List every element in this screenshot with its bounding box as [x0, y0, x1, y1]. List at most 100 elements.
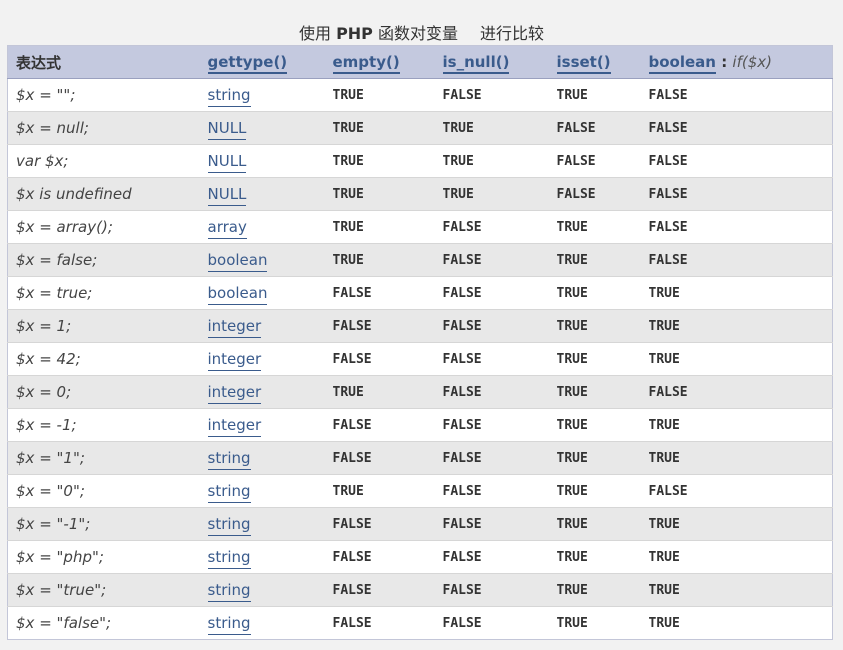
type-cell: string: [199, 606, 325, 640]
table-row: $x = null; NULL TRUE TRUE FALSE FALSE: [7, 111, 833, 145]
expression-cell: $x = "1";: [7, 441, 200, 475]
isset-link[interactable]: isset(): [556, 53, 611, 74]
isset-value: TRUE: [548, 540, 641, 574]
type-link[interactable]: array: [207, 218, 247, 239]
isset-value: TRUE: [548, 243, 641, 277]
table-row: $x is undefined NULL TRUE TRUE FALSE FALSE: [7, 177, 833, 211]
boolean-link[interactable]: boolean: [648, 53, 716, 74]
empty-value: TRUE: [324, 144, 435, 178]
empty-value: TRUE: [324, 111, 435, 145]
empty-value: FALSE: [324, 507, 435, 541]
type-link[interactable]: integer: [207, 317, 262, 338]
isset-value: TRUE: [548, 342, 641, 376]
empty-value: TRUE: [324, 78, 435, 112]
expression-cell: $x = "0";: [7, 474, 200, 508]
header-expression: 表达式: [7, 45, 200, 79]
table-row: $x = 42; integer FALSE FALSE TRUE TRUE: [7, 342, 833, 376]
type-link[interactable]: integer: [207, 383, 262, 404]
empty-value: FALSE: [324, 573, 435, 607]
boolean-value: TRUE: [640, 573, 833, 607]
type-link[interactable]: string: [207, 86, 251, 107]
type-link[interactable]: integer: [207, 350, 262, 371]
boolean-value: TRUE: [640, 309, 833, 343]
type-link[interactable]: boolean: [207, 251, 268, 272]
type-link[interactable]: string: [207, 515, 251, 536]
isset-value: TRUE: [548, 507, 641, 541]
table-row: $x = ""; string TRUE FALSE TRUE FALSE: [7, 78, 833, 112]
type-link[interactable]: string: [207, 581, 251, 602]
empty-value: FALSE: [324, 309, 435, 343]
type-link[interactable]: string: [207, 614, 251, 635]
type-link[interactable]: string: [207, 449, 251, 470]
type-cell: integer: [199, 375, 325, 409]
header-empty: empty(): [324, 45, 435, 79]
is-null-value: FALSE: [434, 606, 549, 640]
header-isset: isset(): [548, 45, 641, 79]
isset-value: TRUE: [548, 441, 641, 475]
expression-cell: $x = "-1";: [7, 507, 200, 541]
empty-value: FALSE: [324, 276, 435, 310]
type-cell: string: [199, 474, 325, 508]
boolean-value: FALSE: [640, 474, 833, 508]
type-link[interactable]: NULL: [207, 185, 247, 206]
isset-value: TRUE: [548, 309, 641, 343]
table-row: $x = false; boolean TRUE FALSE TRUE FALSE: [7, 243, 833, 277]
is-null-value: FALSE: [434, 408, 549, 442]
type-cell: NULL: [199, 144, 325, 178]
type-link[interactable]: NULL: [207, 119, 247, 140]
empty-value: TRUE: [324, 375, 435, 409]
isset-value: FALSE: [548, 144, 641, 178]
is-null-value: FALSE: [434, 573, 549, 607]
type-cell: integer: [199, 342, 325, 376]
empty-link[interactable]: empty(): [332, 53, 400, 74]
boolean-value: FALSE: [640, 210, 833, 244]
table-row: $x = "0"; string TRUE FALSE TRUE FALSE: [7, 474, 833, 508]
table-row: $x = "php"; string FALSE FALSE TRUE TRUE: [7, 540, 833, 574]
is-null-value: FALSE: [434, 309, 549, 343]
boolean-value: TRUE: [640, 408, 833, 442]
isset-value: TRUE: [548, 78, 641, 112]
is-null-value: TRUE: [434, 144, 549, 178]
boolean-value: FALSE: [640, 243, 833, 277]
table-row: $x = array(); array TRUE FALSE TRUE FALSE: [7, 210, 833, 244]
expression-cell: $x = "true";: [7, 573, 200, 607]
table-row: $x = -1; integer FALSE FALSE TRUE TRUE: [7, 408, 833, 442]
table-row: $x = 0; integer TRUE FALSE TRUE FALSE: [7, 375, 833, 409]
isset-value: TRUE: [548, 276, 641, 310]
boolean-value: FALSE: [640, 111, 833, 145]
empty-value: FALSE: [324, 441, 435, 475]
boolean-value: FALSE: [640, 177, 833, 211]
is-null-value: FALSE: [434, 276, 549, 310]
type-link[interactable]: boolean: [207, 284, 268, 305]
gettype-link[interactable]: gettype(): [207, 53, 288, 74]
empty-value: FALSE: [324, 342, 435, 376]
caption-php: PHP: [336, 24, 373, 43]
type-link[interactable]: NULL: [207, 152, 247, 173]
is-null-value: FALSE: [434, 441, 549, 475]
expression-cell: var $x;: [7, 144, 200, 178]
boolean-value: TRUE: [640, 441, 833, 475]
expression-cell: $x = null;: [7, 111, 200, 145]
table-row: $x = "true"; string FALSE FALSE TRUE TRUE: [7, 573, 833, 607]
boolean-value: TRUE: [640, 342, 833, 376]
type-cell: boolean: [199, 276, 325, 310]
table-row: $x = "1"; string FALSE FALSE TRUE TRUE: [7, 441, 833, 475]
type-link[interactable]: integer: [207, 416, 262, 437]
expression-cell: $x is undefined: [7, 177, 200, 211]
boolean-value: TRUE: [640, 507, 833, 541]
empty-value: TRUE: [324, 177, 435, 211]
boolean-value: FALSE: [640, 375, 833, 409]
is-null-link[interactable]: is_null(): [442, 53, 510, 74]
table-row: $x = 1; integer FALSE FALSE TRUE TRUE: [7, 309, 833, 343]
expression-cell: $x = 42;: [7, 342, 200, 376]
isset-value: FALSE: [548, 177, 641, 211]
expression-cell: $x = "";: [7, 78, 200, 112]
type-link[interactable]: string: [207, 548, 251, 569]
type-cell: string: [199, 507, 325, 541]
type-link[interactable]: string: [207, 482, 251, 503]
empty-value: TRUE: [324, 474, 435, 508]
boolean-value: TRUE: [640, 606, 833, 640]
type-cell: string: [199, 78, 325, 112]
expression-cell: $x = "php";: [7, 540, 200, 574]
isset-value: TRUE: [548, 375, 641, 409]
